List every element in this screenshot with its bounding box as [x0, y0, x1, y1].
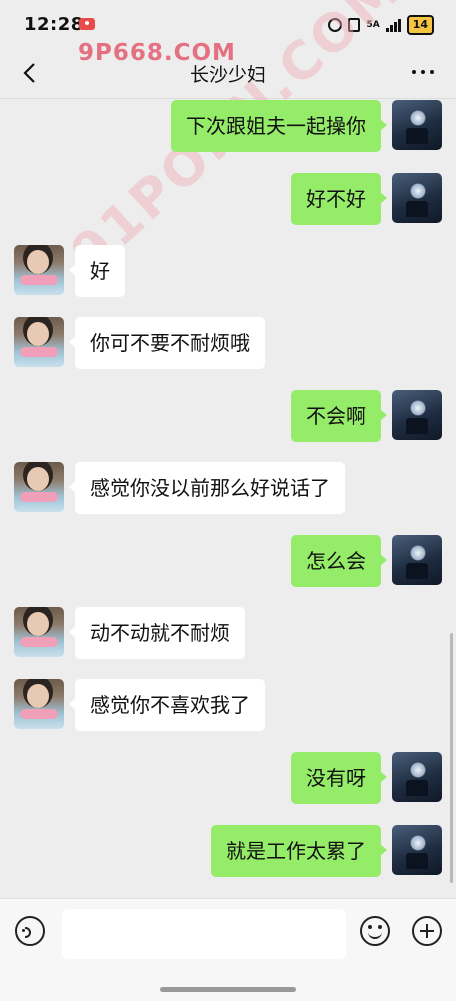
- contact-avatar[interactable]: [14, 607, 64, 657]
- my-avatar[interactable]: [392, 173, 442, 223]
- message-bubble-sent[interactable]: 不会啊: [291, 390, 387, 442]
- message-bubble-sent[interactable]: 就是工作太累了: [211, 825, 387, 877]
- network-label: 5A: [366, 19, 380, 30]
- message-list[interactable]: 下次跟姐夫一起操你 好不好 好 你可不要不耐烦哦 不会啊 感觉你没以前那么好说话…: [0, 98, 456, 898]
- contact-avatar[interactable]: [14, 317, 64, 367]
- voice-icon[interactable]: [15, 916, 45, 946]
- more-dots-icon[interactable]: [412, 70, 434, 74]
- message-bubble-received[interactable]: 你可不要不耐烦哦: [69, 317, 265, 369]
- emoji-icon[interactable]: [360, 916, 390, 946]
- scrollbar[interactable]: [450, 633, 453, 883]
- status-icons: 5A 14: [328, 15, 434, 35]
- my-avatar[interactable]: [392, 535, 442, 585]
- contact-avatar[interactable]: [14, 245, 64, 295]
- home-indicator[interactable]: [160, 987, 296, 992]
- my-avatar[interactable]: [392, 100, 442, 150]
- message-input[interactable]: [62, 909, 346, 959]
- vibrate-icon: [348, 18, 361, 32]
- screen-record-icon: [79, 18, 95, 30]
- message-bubble-received[interactable]: 好: [69, 245, 125, 297]
- message-bubble-received[interactable]: 动不动就不耐烦: [69, 607, 245, 659]
- message-bubble-sent[interactable]: 好不好: [291, 173, 387, 225]
- watermark-top: 9P668.COM: [78, 40, 236, 66]
- message-bubble-received[interactable]: 感觉你不喜欢我了: [69, 679, 265, 731]
- my-avatar[interactable]: [392, 752, 442, 802]
- input-bar: [0, 898, 456, 1001]
- battery-indicator: 14: [406, 15, 434, 35]
- my-avatar[interactable]: [392, 390, 442, 440]
- signal-icon: [385, 18, 401, 32]
- message-bubble-sent[interactable]: 下次跟姐夫一起操你: [171, 100, 387, 152]
- message-bubble-sent[interactable]: 没有呀: [291, 752, 387, 804]
- message-bubble-received[interactable]: 感觉你没以前那么好说话了: [69, 462, 345, 514]
- status-time: 12:28: [24, 14, 84, 35]
- plus-icon[interactable]: [412, 916, 442, 946]
- alarm-icon: [328, 18, 343, 32]
- my-avatar[interactable]: [392, 825, 442, 875]
- message-bubble-sent[interactable]: 怎么会: [291, 535, 387, 587]
- contact-avatar[interactable]: [14, 679, 64, 729]
- contact-avatar[interactable]: [14, 462, 64, 512]
